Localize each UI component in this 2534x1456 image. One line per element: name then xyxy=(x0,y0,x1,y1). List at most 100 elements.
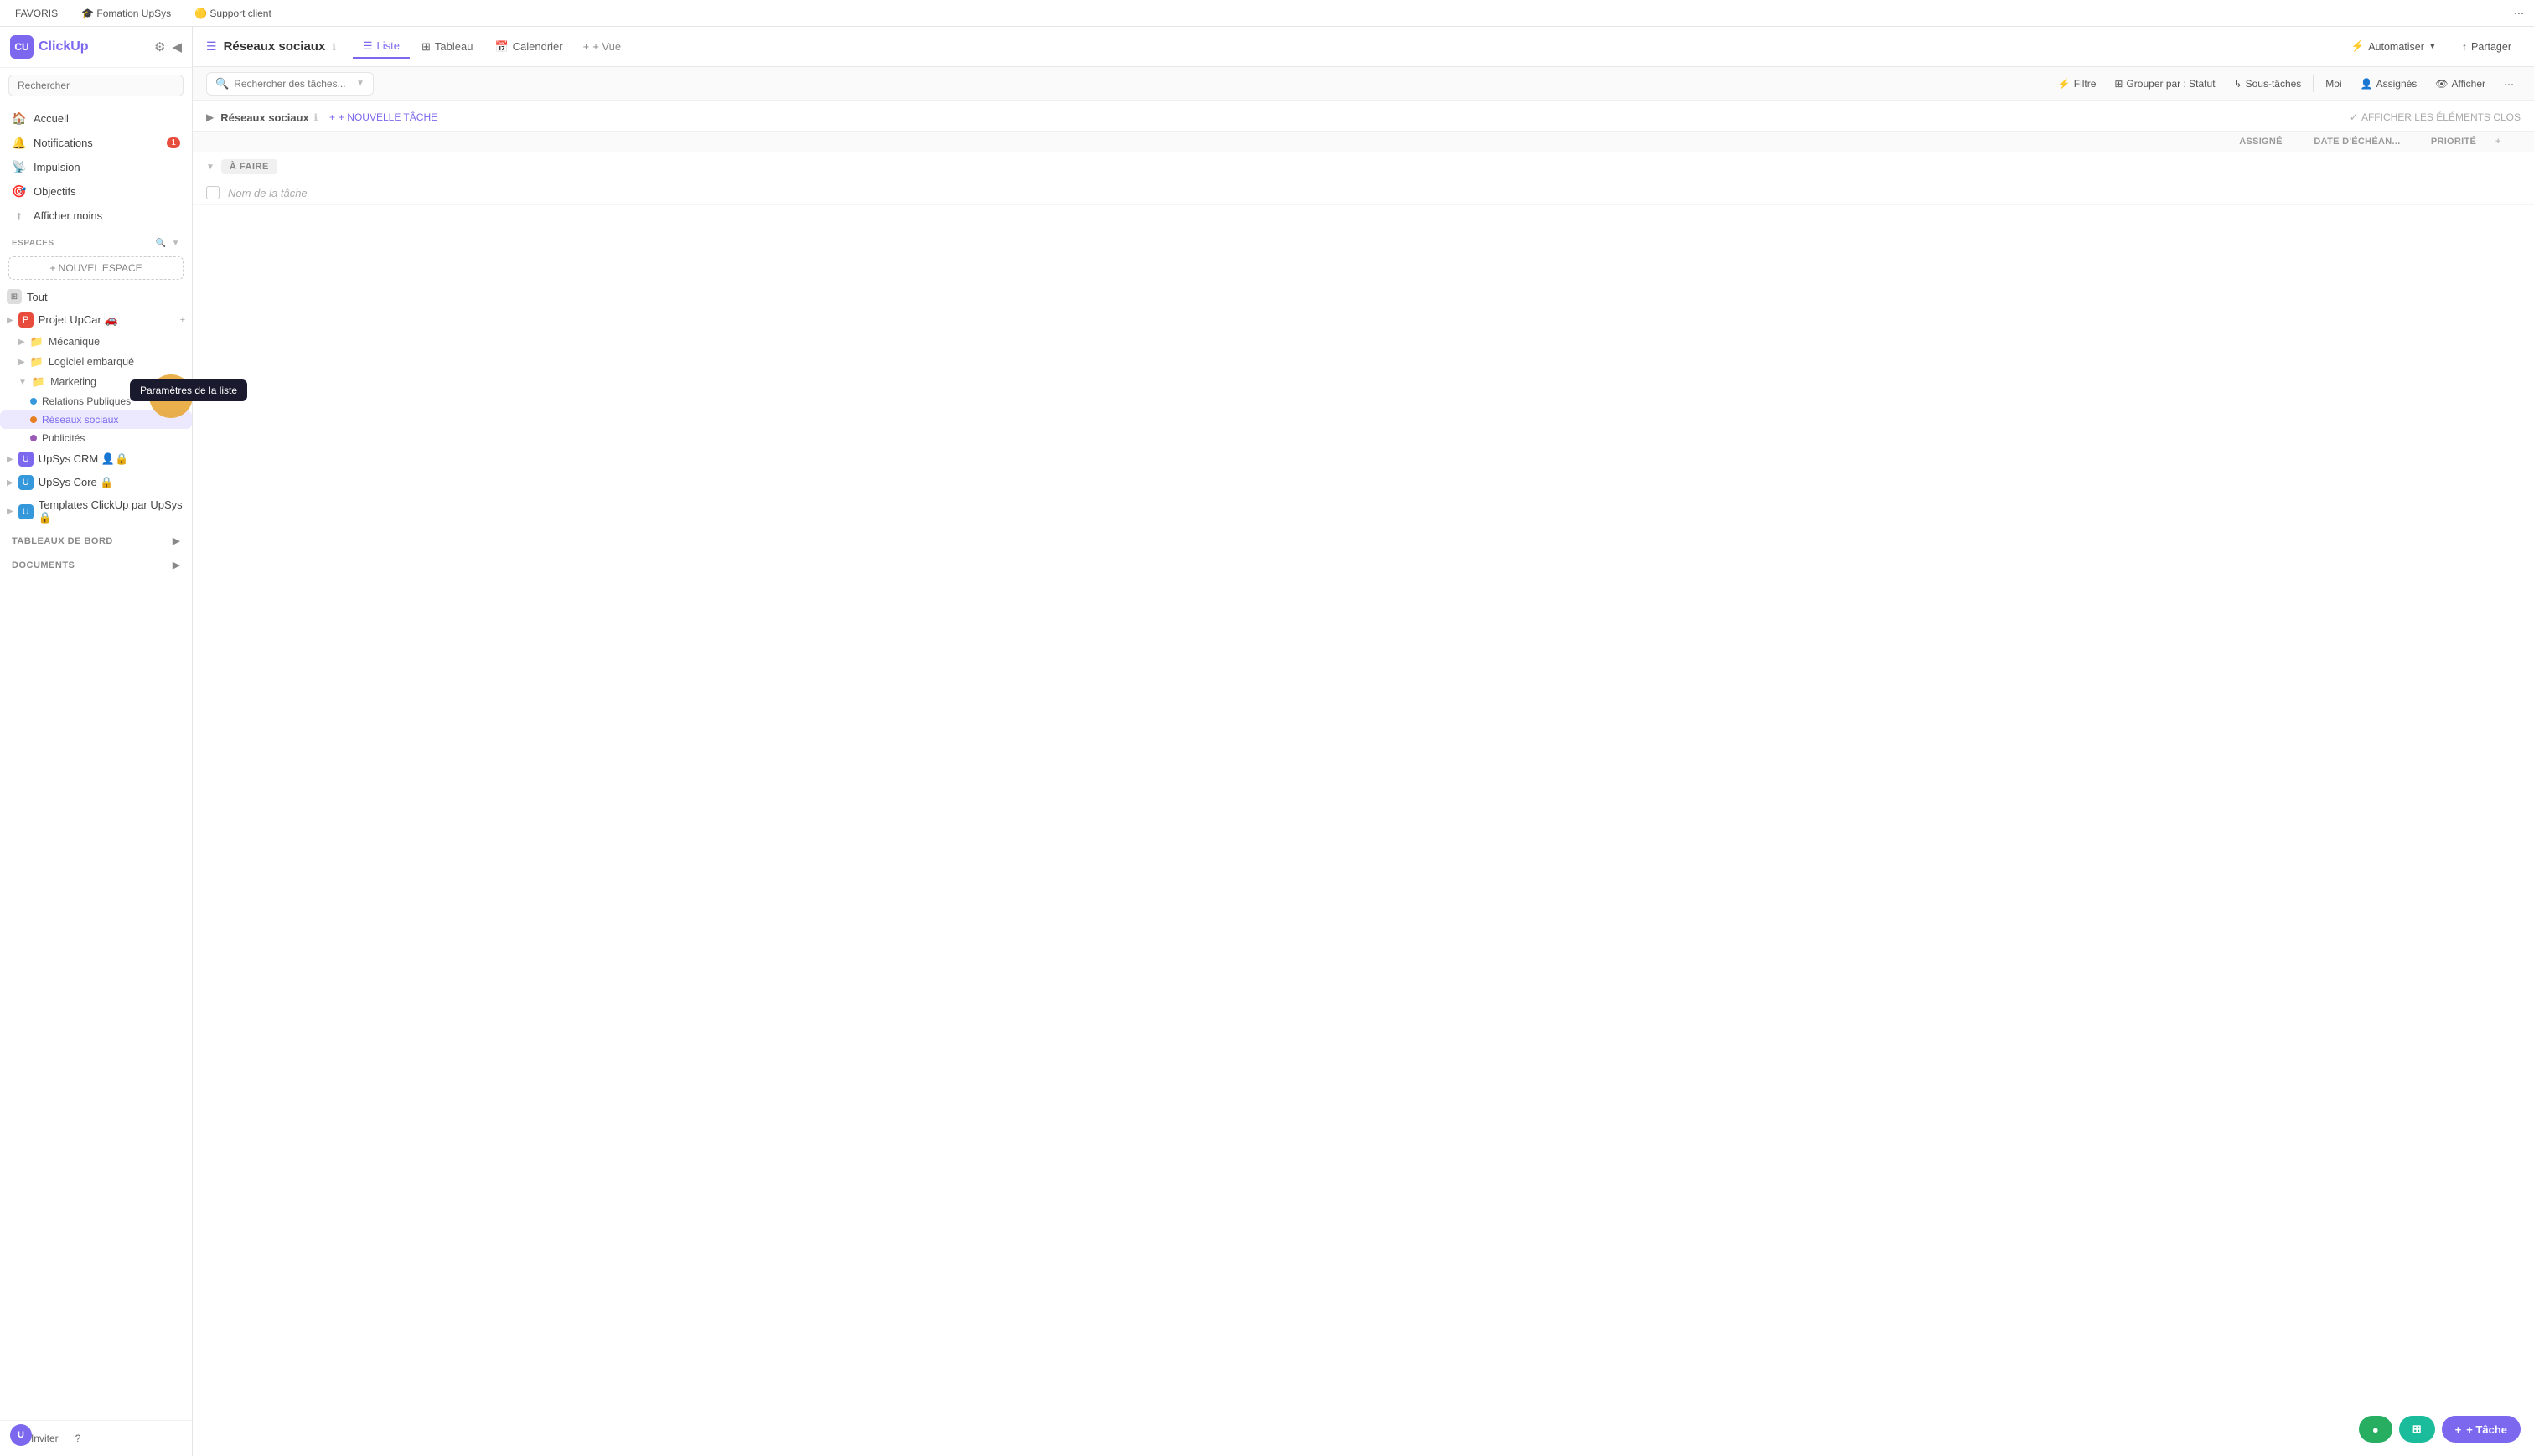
target-icon: 🎯 xyxy=(12,184,27,199)
toolbar: 🔍 ▼ ⚡ Filtre ⊞ Grouper par : Statut ↳ So… xyxy=(193,67,2534,101)
partager-label: Partager xyxy=(2471,41,2511,53)
sidebar-search xyxy=(0,68,192,103)
sous-taches-icon: ↳ xyxy=(2234,78,2242,90)
sidebar-item-upsys-core[interactable]: ▶ U UpSys Core 🔒 xyxy=(0,471,192,494)
afficher-label: Afficher xyxy=(2452,78,2485,90)
mecanique-label: Mécanique xyxy=(49,336,100,348)
sidebar-folder-logiciel[interactable]: ▶ 📁 Logiciel embarqué xyxy=(0,352,192,372)
logo[interactable]: CU ClickUp xyxy=(10,35,89,59)
sidebar-item-objectifs[interactable]: 🎯 Objectifs xyxy=(5,179,187,204)
toolbar-right: ⚡ Filtre ⊞ Grouper par : Statut ↳ Sous-t… xyxy=(2051,75,2521,93)
col-date-header: DATE D'ÉCHÉAN... xyxy=(2303,137,2412,147)
favoris-tab[interactable]: FAVORIS xyxy=(10,4,63,23)
collapse-icon[interactable]: ◀ xyxy=(172,39,182,54)
espaces-icons: 🔍 ▼ xyxy=(156,239,180,248)
table-row[interactable]: Nom de la tâche xyxy=(193,181,2534,205)
add-view-button[interactable]: + + Vue xyxy=(575,36,629,57)
col-priority-header: PRIORITÉ xyxy=(2412,137,2495,147)
section-info-icon: ℹ xyxy=(314,112,318,123)
filter-button[interactable]: ⚡ Filtre xyxy=(2051,75,2103,93)
plus-icon: + xyxy=(166,387,176,406)
search-dropdown-icon[interactable]: ▼ xyxy=(356,79,365,88)
support-tab[interactable]: 🟡 Support client xyxy=(189,4,277,23)
top-bar: FAVORIS 🎓 Fomation UpSys 🟡 Support clien… xyxy=(0,0,2534,27)
help-button[interactable]: ? xyxy=(70,1429,86,1448)
user-avatar[interactable]: U xyxy=(10,1424,32,1446)
tab-liste[interactable]: ☰ Liste xyxy=(353,35,410,59)
window-controls: ⋯ xyxy=(2514,8,2524,19)
sidebar-item-accueil[interactable]: 🏠 Accueil xyxy=(5,106,187,131)
documents-section[interactable]: DOCUMENTS ▶ xyxy=(0,553,192,577)
search-input-tasks[interactable] xyxy=(234,78,351,90)
sidebar-item-tout[interactable]: ⊞ Tout xyxy=(0,285,192,308)
table-header: ASSIGNÉ DATE D'ÉCHÉAN... PRIORITÉ + xyxy=(193,131,2534,152)
folder-icon: 📁 xyxy=(30,335,44,349)
upcar-label: Projet UpCar 🚗 xyxy=(39,313,118,327)
automatiser-button[interactable]: ⚡ Automatiser ▼ xyxy=(2342,35,2446,58)
orange-circle-button[interactable]: + xyxy=(149,374,193,418)
tab-calendrier[interactable]: 📅 Calendrier xyxy=(484,36,572,58)
search-input[interactable] xyxy=(8,75,184,96)
task-name-placeholder[interactable]: Nom de la tâche xyxy=(228,187,2244,199)
status-group-a-faire: ▼ À FAIRE Nom de la tâche xyxy=(193,152,2534,205)
automatiser-label: Automatiser xyxy=(2368,41,2424,53)
templates-space-icon: U xyxy=(18,504,34,519)
search-spaces-icon[interactable]: 🔍 xyxy=(156,239,167,248)
sidebar-item-label: Notifications xyxy=(34,137,93,149)
bottom-left-avatar: U xyxy=(10,1424,32,1446)
sidebar-nav: 🏠 Accueil 🔔 Notifications 1 📡 Impulsion … xyxy=(0,103,192,230)
grouper-label: Grouper par : Statut xyxy=(2126,78,2215,90)
expand-templates-icon: ▶ xyxy=(7,507,13,516)
show-closed-button[interactable]: ✓ AFFICHER LES ÉLÉMENTS CLOS xyxy=(2350,111,2521,123)
view-tabs: ☰ Liste ⊞ Tableau 📅 Calendrier + + Vue xyxy=(353,35,629,59)
help-icon: ? xyxy=(75,1433,81,1444)
task-checkbox[interactable] xyxy=(206,186,220,199)
tab-tableau[interactable]: ⊞ Tableau xyxy=(411,36,483,58)
new-task-button[interactable]: + + NOUVELLE TÂCHE xyxy=(324,109,442,126)
relations-label: Relations Publiques xyxy=(42,395,131,407)
section-title: Réseaux sociaux ℹ xyxy=(220,111,318,124)
main-content: ☰ Réseaux sociaux ℹ ☰ Liste ⊞ Tableau 📅 … xyxy=(193,27,2534,1456)
more-options-button[interactable]: ··· xyxy=(2497,75,2521,93)
status-group-header[interactable]: ▼ À FAIRE xyxy=(193,152,2534,181)
col-add-header[interactable]: + xyxy=(2495,137,2521,147)
status-badge-todo: À FAIRE xyxy=(221,159,277,174)
btn-teal[interactable]: ⊞ xyxy=(2399,1416,2435,1443)
sidebar-item-notifications[interactable]: 🔔 Notifications 1 xyxy=(5,131,187,155)
automatiser-icon: ⚡ xyxy=(2351,40,2365,53)
moi-button[interactable]: Moi xyxy=(2319,75,2348,93)
grouper-button[interactable]: ⊞ Grouper par : Statut xyxy=(2107,75,2221,93)
checkmark-icon: ✓ xyxy=(2350,111,2358,123)
sidebar-item-impulsion[interactable]: 📡 Impulsion xyxy=(5,155,187,179)
filter-label: Filtre xyxy=(2074,78,2097,90)
sidebar-item-afficher-moins[interactable]: ↑ Afficher moins xyxy=(5,204,187,227)
toolbar-separator xyxy=(2313,75,2314,92)
assignes-label: Assignés xyxy=(2376,78,2418,90)
section-toggle-icon[interactable]: ▶ xyxy=(206,111,214,123)
sidebar-header: CU ClickUp ⚙ ◀ xyxy=(0,27,192,68)
expand-spaces-icon[interactable]: ▼ xyxy=(172,239,180,248)
settings-icon[interactable]: ⚙ xyxy=(154,39,165,54)
sidebar-folder-mecanique[interactable]: ▶ 📁 Mécanique xyxy=(0,332,192,352)
tableaux-section[interactable]: TABLEAUX DE BORD ▶ xyxy=(0,529,192,553)
add-upcar-icon[interactable]: + xyxy=(180,315,185,325)
automatiser-chevron: ▼ xyxy=(2428,42,2437,51)
tache-plus-icon: + xyxy=(2455,1423,2462,1436)
folder-icon-marketing: 📁 xyxy=(32,375,45,389)
btn-tache[interactable]: + + Tâche xyxy=(2442,1416,2521,1443)
sous-taches-button[interactable]: ↳ Sous-tâches xyxy=(2227,75,2309,93)
assignes-button[interactable]: 👤 Assignés xyxy=(2354,75,2424,93)
sidebar-list-publicites[interactable]: Publicités xyxy=(0,429,192,447)
btn-green[interactable]: ● xyxy=(2359,1416,2392,1443)
sidebar-item-templates[interactable]: ▶ U Templates ClickUp par UpSys 🔒 xyxy=(0,494,192,529)
sidebar-item-projet-upcar[interactable]: ▶ P Projet UpCar 🚗 + xyxy=(0,308,192,332)
upcar-actions: + xyxy=(180,315,185,325)
sidebar-item-upsys-crm[interactable]: ▶ U UpSys CRM 👤🔒 xyxy=(0,447,192,471)
afficher-button[interactable]: 👁 Afficher xyxy=(2428,75,2492,93)
new-space-button[interactable]: + NOUVEL ESPACE xyxy=(8,256,184,280)
logo-text: ClickUp xyxy=(39,39,89,54)
partager-button[interactable]: ↑ Partager xyxy=(2453,36,2521,58)
content-header: ☰ Réseaux sociaux ℹ ☰ Liste ⊞ Tableau 📅 … xyxy=(193,27,2534,67)
formation-tab[interactable]: 🎓 Fomation UpSys xyxy=(76,4,176,23)
core-label: UpSys Core 🔒 xyxy=(39,476,114,489)
